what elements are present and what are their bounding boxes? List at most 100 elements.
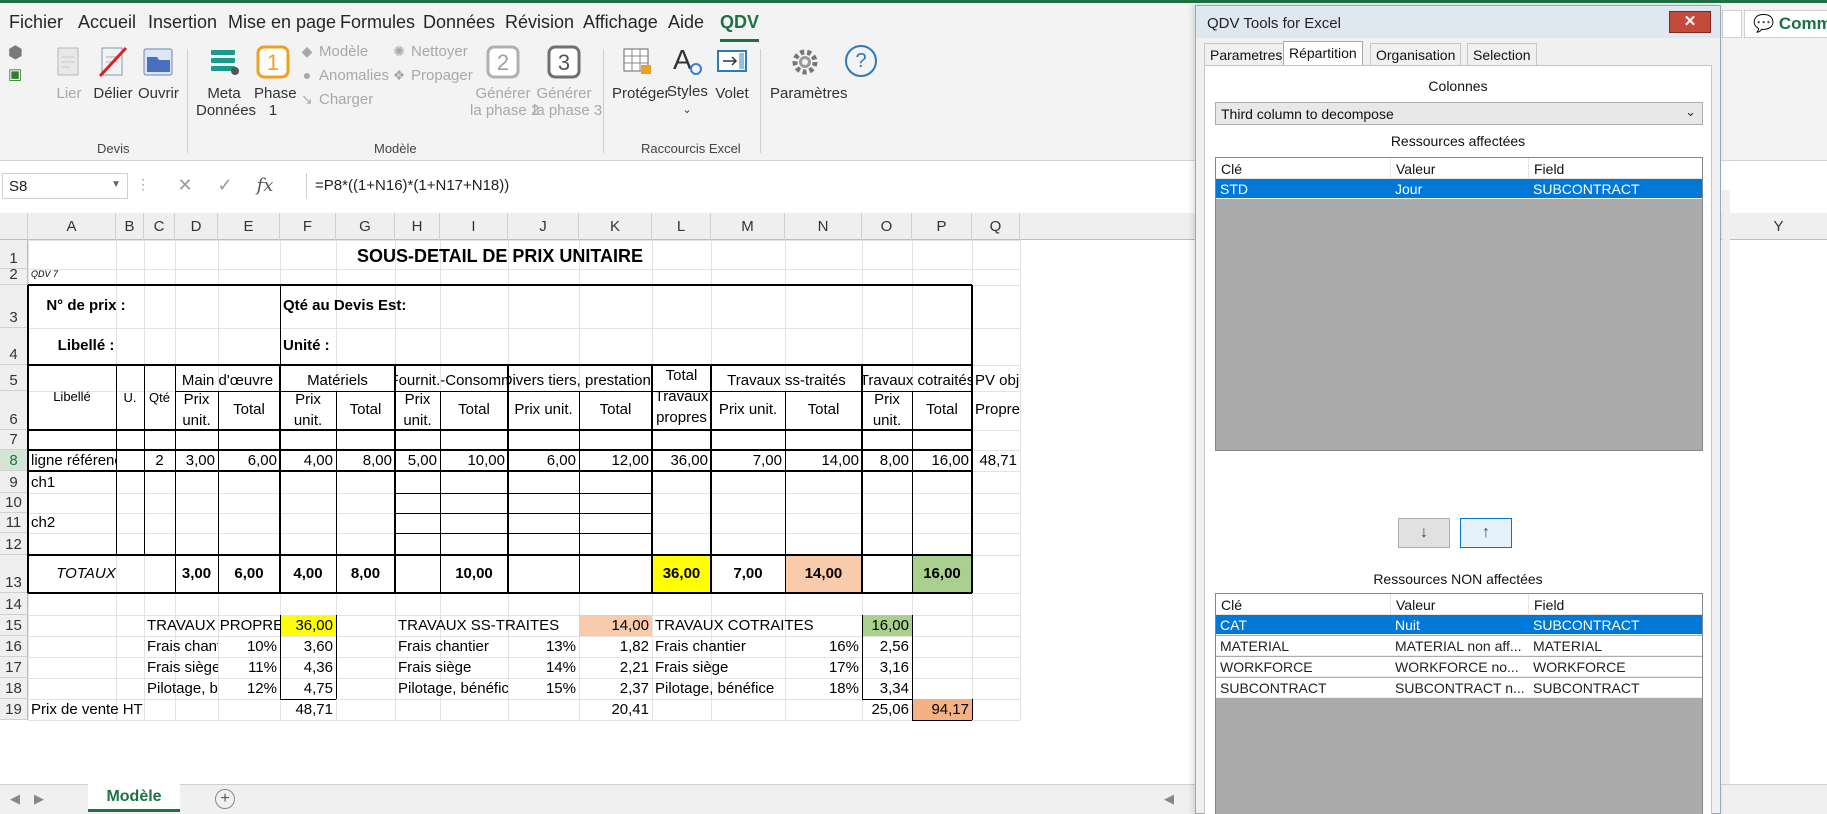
cell-k[interactable]: 12,00 [579, 450, 652, 471]
recap-value[interactable]: 3,60 [280, 636, 336, 657]
total-f[interactable]: 4,00 [280, 555, 336, 593]
prix-vente-total[interactable]: 94,17 [912, 699, 972, 720]
row-header-9[interactable]: 9 [0, 471, 28, 493]
libelle-label[interactable]: Libellé : [28, 328, 144, 365]
close-icon[interactable]: ✕ [1669, 11, 1711, 33]
recap-travaux-propres[interactable]: TRAVAUX PROPRES [144, 615, 280, 636]
tab-repartition[interactable]: Répartition [1283, 41, 1363, 66]
header-total[interactable]: Total [336, 391, 395, 430]
select-all-corner[interactable] [0, 213, 28, 240]
recap-rate[interactable]: 10% [218, 636, 280, 657]
column-select[interactable]: Third column to decompose ⌄ [1215, 102, 1703, 125]
header-total-travaux-propres[interactable]: Total Travaux propres [652, 365, 711, 430]
header-cotraites[interactable]: Travaux cotraités [862, 365, 972, 391]
prix-vente-value[interactable]: 20,41 [579, 699, 652, 720]
recap-travaux-cotraites[interactable]: TRAVAUX COTRAITES [652, 615, 862, 636]
recap-rate[interactable]: 14% [508, 657, 579, 678]
comments-button[interactable]: 💬 Comm [1744, 10, 1827, 38]
delier-button[interactable]: Délier [93, 45, 133, 102]
recap-rate[interactable]: 18% [785, 678, 862, 699]
cell-l[interactable]: 36,00 [652, 450, 711, 471]
row-header-8[interactable]: 8 [0, 450, 28, 471]
proteger-button[interactable]: Protéger [612, 45, 670, 102]
cube-icon[interactable]: ⬢ [8, 43, 23, 63]
header-prix-unit[interactable]: Prix unit. [862, 391, 912, 430]
cell-j[interactable]: 6,00 [508, 450, 579, 471]
header-field[interactable]: Field [1529, 594, 1702, 615]
total-i[interactable]: 10,00 [440, 555, 508, 593]
header-total[interactable]: Total [785, 391, 862, 430]
header-cle[interactable]: Clé [1216, 594, 1391, 615]
header-total[interactable]: Total [579, 391, 652, 430]
column-header-j[interactable]: J [508, 213, 579, 240]
header-cle[interactable]: Clé [1216, 158, 1391, 179]
prix-vente-value[interactable]: 25,06 [862, 699, 912, 720]
header-prix-unit[interactable]: Prix unit. [395, 391, 440, 430]
header-prix-unit[interactable]: Prix unit. [280, 391, 336, 430]
header-pv-objectif[interactable]: PV objec [972, 365, 1020, 391]
tab-qdv[interactable]: QDV [720, 12, 760, 42]
column-header-b[interactable]: B [116, 213, 144, 240]
row-header-4[interactable]: 4 [0, 328, 28, 365]
recap-label[interactable]: Frais siège [652, 657, 785, 678]
row-header-19[interactable]: 19 [0, 699, 28, 720]
header-main-oeuvre[interactable]: Main d'œuvre [175, 365, 280, 391]
recap-label[interactable]: Frais siège [395, 657, 508, 678]
cell-g[interactable]: 8,00 [336, 450, 395, 471]
total-e[interactable]: 6,00 [218, 555, 280, 593]
tab-revision[interactable]: Révision [505, 12, 574, 33]
total-g[interactable]: 8,00 [336, 555, 395, 593]
recap-label[interactable]: Pilotage, bénéfice [652, 678, 785, 699]
header-qte[interactable]: Qté [144, 365, 175, 430]
recap-value[interactable]: 2,21 [579, 657, 652, 678]
tab-affichage[interactable]: Affichage [583, 12, 658, 33]
list-item[interactable]: WORKFORCE WORKFORCE no... WORKFORCE [1216, 657, 1702, 677]
tab-accueil[interactable]: Accueil [78, 12, 136, 33]
prev-sheet-icon[interactable]: ◀ [10, 791, 20, 807]
column-header-e[interactable]: E [218, 213, 280, 240]
recap-label[interactable]: Frais chantier [395, 636, 508, 657]
row-header-18[interactable]: 18 [0, 678, 28, 699]
header-ss-traites[interactable]: Travaux ss-traités [711, 365, 862, 391]
propager-button[interactable]: ❖ Propager [392, 67, 473, 84]
recap-rate[interactable]: 16% [785, 636, 862, 657]
column-header-g[interactable]: G [336, 213, 395, 240]
recap-value[interactable]: 2,56 [862, 636, 912, 657]
row-header-16[interactable]: 16 [0, 636, 28, 657]
column-header-y[interactable]: Y [1730, 213, 1827, 240]
cell-n[interactable]: 14,00 [785, 450, 862, 471]
sheet-tab-modele[interactable]: Modèle [88, 784, 180, 812]
column-header-k[interactable]: K [579, 213, 652, 240]
recap-tss-value[interactable]: 14,00 [579, 615, 652, 636]
cell-qte[interactable]: 2 [144, 450, 175, 471]
column-header-f[interactable]: F [280, 213, 336, 240]
list-item[interactable]: MATERIAL MATERIAL non aff... MATERIAL [1216, 636, 1702, 656]
recap-value[interactable]: 3,34 [862, 678, 912, 699]
column-header-l[interactable]: L [652, 213, 711, 240]
next-sheet-icon[interactable]: ▶ [34, 791, 44, 807]
function-icon[interactable]: fx [245, 175, 285, 196]
header-divers[interactable]: Divers tiers, prestations [508, 365, 652, 391]
recap-label[interactable]: Pilotage, bénéfice [395, 678, 508, 699]
row-header-7[interactable]: 7 [0, 430, 28, 450]
row-header-2[interactable]: 2 [0, 266, 28, 285]
cell-h[interactable]: 5,00 [395, 450, 440, 471]
recap-label[interactable]: Pilotage, bénéf [144, 678, 218, 699]
total-m[interactable]: 7,00 [711, 555, 785, 593]
nettoyer-button[interactable]: ✺ Nettoyer [392, 43, 468, 60]
row-header-15[interactable]: 15 [0, 615, 28, 636]
row-header-1[interactable]: 1 [0, 240, 28, 269]
cell-p[interactable]: 16,00 [912, 450, 972, 471]
header-valeur[interactable]: Valeur [1391, 158, 1529, 179]
list-item[interactable]: STD Jour SUBCONTRACT [1216, 179, 1702, 199]
prix-vente-label[interactable]: Prix de vente HT [28, 699, 175, 720]
column-header-n[interactable]: N [785, 213, 862, 240]
recap-rate[interactable]: 17% [785, 657, 862, 678]
list-item[interactable]: CAT Nuit SUBCONTRACT [1216, 615, 1702, 635]
recap-rate[interactable]: 12% [218, 678, 280, 699]
cell-libelle[interactable]: ch2 [28, 513, 116, 533]
tab-organisation[interactable]: Organisation [1370, 43, 1462, 65]
recap-tp-value[interactable]: 36,00 [280, 615, 336, 636]
column-header-d[interactable]: D [175, 213, 218, 240]
header-total[interactable]: Total [440, 391, 508, 430]
